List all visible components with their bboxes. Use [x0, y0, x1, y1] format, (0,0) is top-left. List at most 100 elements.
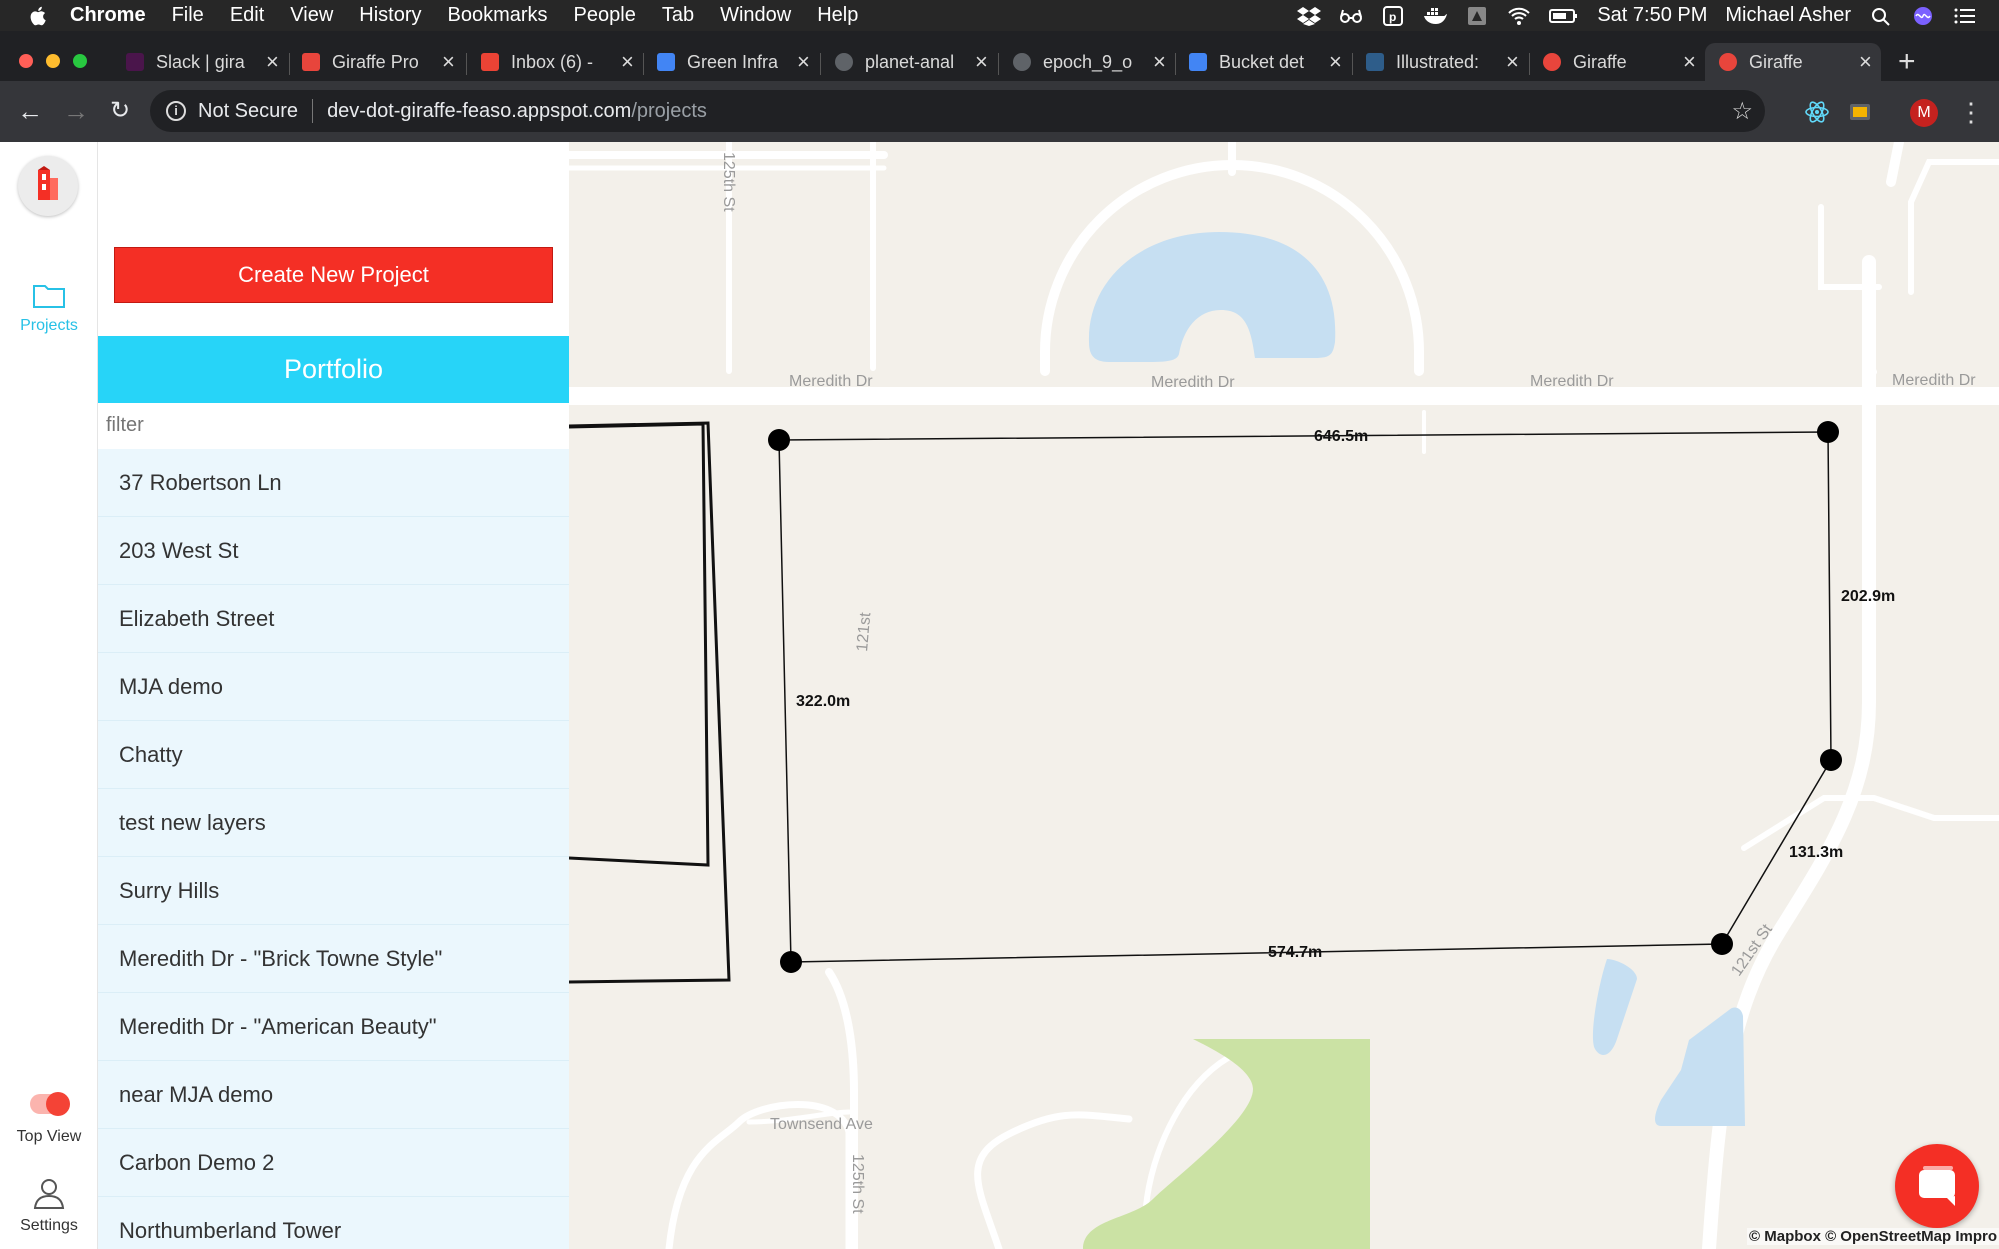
project-list-item[interactable]: Meredith Dr - "Brick Towne Style" [98, 925, 569, 993]
url-path[interactable]: /projects [631, 100, 707, 123]
portfolio-header[interactable]: Portfolio [98, 336, 569, 403]
siri-icon[interactable] [1911, 6, 1935, 26]
project-list-item[interactable]: Chatty [98, 721, 569, 789]
battery-icon[interactable] [1549, 6, 1579, 26]
browser-tab[interactable]: Slack | gira × [126, 43, 286, 81]
browser-tab[interactable]: Giraffe × [1543, 43, 1703, 81]
parcel-vertex-handle[interactable] [780, 951, 802, 973]
project-list-item[interactable]: near MJA demo [98, 1061, 569, 1129]
browser-tab[interactable]: epoch_9_o × [1013, 43, 1173, 81]
browser-tab-active[interactable]: Giraffe × [1705, 43, 1881, 81]
reader-glasses-icon[interactable] [1339, 6, 1363, 26]
tab-separator [998, 53, 999, 75]
forward-arrow-icon[interactable]: → [62, 97, 90, 125]
tab-close-icon[interactable]: × [442, 49, 455, 75]
chat-bubble-icon [1919, 1166, 1955, 1206]
site-info-icon[interactable]: i [166, 101, 186, 121]
back-arrow-icon[interactable]: ← [16, 97, 44, 125]
site-map[interactable]: Meredith Dr Meredith Dr Meredith Dr Mere… [569, 142, 1999, 1249]
wifi-icon[interactable] [1507, 6, 1531, 26]
top-view-toggle[interactable] [30, 1092, 70, 1116]
address-bar[interactable]: i Not Secure dev-dot-giraffe-feaso.appsp… [150, 90, 1765, 132]
tab-close-icon[interactable]: × [266, 49, 279, 75]
url-host[interactable]: dev-dot-giraffe-feaso.appspot.com [327, 100, 631, 123]
filter-input[interactable] [98, 403, 569, 448]
tab-close-icon[interactable]: × [621, 49, 634, 75]
project-list-item[interactable]: MJA demo [98, 653, 569, 721]
security-status[interactable]: Not Secure [198, 100, 298, 123]
menu-view[interactable]: View [290, 4, 333, 27]
tab-title: Bucket det [1219, 51, 1305, 72]
menu-history[interactable]: History [359, 4, 421, 27]
tab-close-icon[interactable]: × [1859, 49, 1872, 75]
tab-separator [1529, 53, 1530, 75]
window-close-button[interactable] [19, 54, 33, 68]
giraffe-logo[interactable] [18, 156, 78, 216]
parcel-vertex-handle[interactable] [768, 429, 790, 451]
window-zoom-button[interactable] [73, 54, 87, 68]
tab-close-icon[interactable]: × [975, 49, 988, 75]
browser-tab[interactable]: Inbox (6) - × [481, 43, 641, 81]
docker-icon[interactable] [1423, 6, 1448, 26]
browser-tab[interactable]: Giraffe Pro × [302, 43, 462, 81]
menu-app-chrome[interactable]: Chrome [70, 4, 146, 27]
menu-edit[interactable]: Edit [230, 4, 264, 27]
spotlight-search-icon[interactable] [1869, 6, 1893, 26]
new-tab-button[interactable]: + [1898, 45, 1916, 79]
react-devtools-icon[interactable] [1804, 99, 1830, 125]
menu-bookmarks[interactable]: Bookmarks [448, 4, 548, 27]
cast-extension-icon[interactable] [1847, 99, 1873, 125]
reload-icon[interactable]: ↻ [106, 97, 134, 125]
nav-projects[interactable]: Projects [0, 282, 98, 335]
projects-panel: Create New Project Portfolio 37 Robertso… [98, 142, 569, 1249]
project-list-item[interactable]: Meredith Dr - "American Beauty" [98, 993, 569, 1061]
edge-length-right: 202.9m [1841, 588, 1895, 605]
pastebot-icon[interactable]: p [1381, 5, 1405, 26]
tab-close-icon[interactable]: × [1153, 49, 1166, 75]
browser-tab[interactable]: Bucket det × [1189, 43, 1349, 81]
tab-title: Illustrated: [1396, 51, 1480, 72]
tab-close-icon[interactable]: × [797, 49, 810, 75]
tab-close-icon[interactable]: × [1506, 49, 1519, 75]
tab-close-icon[interactable]: × [1329, 49, 1342, 75]
map-attribution[interactable]: © Mapbox © OpenStreetMap Impro [1747, 1228, 1999, 1245]
project-list-item[interactable]: 37 Robertson Ln [98, 449, 569, 517]
browser-tab[interactable]: planet-anal × [835, 43, 995, 81]
profile-avatar[interactable]: M [1910, 99, 1938, 127]
project-list-item[interactable]: Northumberland Tower [98, 1197, 569, 1249]
nav-settings[interactable]: Settings [0, 1176, 98, 1235]
parcel-vertex-handle[interactable] [1820, 749, 1842, 771]
dropbox-icon[interactable] [1297, 6, 1322, 26]
project-list-item[interactable]: test new layers [98, 789, 569, 857]
project-list-item[interactable]: 203 West St [98, 517, 569, 585]
parcel-vertex-handle[interactable] [1711, 933, 1733, 955]
menu-people[interactable]: People [574, 4, 636, 27]
create-new-project-button[interactable]: Create New Project [114, 247, 553, 303]
drive-icon[interactable] [1465, 6, 1489, 26]
browser-tab[interactable]: Green Infra × [657, 43, 817, 81]
chat-support-button[interactable] [1895, 1144, 1979, 1228]
menu-tab[interactable]: Tab [662, 4, 694, 27]
menubar-user[interactable]: Michael Asher [1725, 4, 1851, 27]
menubar-clock[interactable]: Sat 7:50 PM [1597, 4, 1707, 27]
project-list-item[interactable]: Elizabeth Street [98, 585, 569, 653]
chrome-menu-icon[interactable]: ⋮ [1958, 97, 1984, 128]
map-canvas[interactable]: Meredith Dr Meredith Dr Meredith Dr Mere… [569, 142, 1999, 1249]
parcel-vertex-handle[interactable] [1817, 421, 1839, 443]
bookmark-star-icon[interactable]: ☆ [1731, 97, 1753, 126]
menu-help[interactable]: Help [817, 4, 858, 27]
browser-tab[interactable]: Illustrated: × [1366, 43, 1526, 81]
notification-center-icon[interactable] [1953, 6, 1977, 26]
giraffe-favicon-icon [1719, 53, 1737, 71]
tab-title: Green Infra [687, 51, 779, 72]
folder-icon [33, 285, 65, 308]
project-list-item[interactable]: Carbon Demo 2 [98, 1129, 569, 1197]
tab-close-icon[interactable]: × [1683, 49, 1696, 75]
menu-file[interactable]: File [172, 4, 204, 27]
project-list-item[interactable]: Surry Hills [98, 857, 569, 925]
site-parcel-polygon[interactable] [778, 431, 1832, 963]
neighbor-parcel-outline[interactable] [569, 422, 710, 867]
menu-window[interactable]: Window [720, 4, 791, 27]
apple-icon[interactable] [28, 5, 50, 27]
window-minimize-button[interactable] [46, 54, 60, 68]
